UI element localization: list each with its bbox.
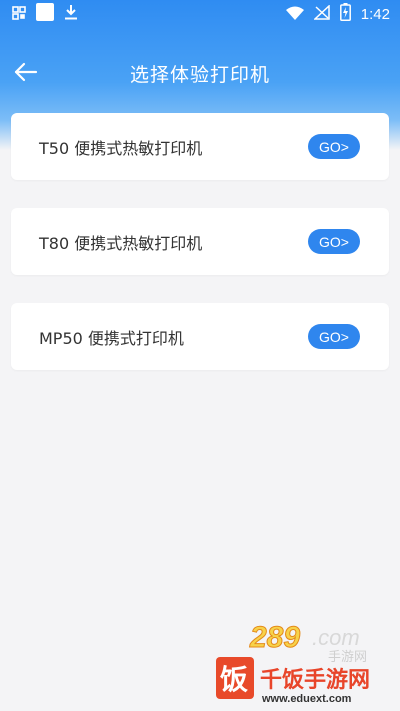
status-time: 1:42 bbox=[360, 5, 390, 23]
svg-text:手游网: 手游网 bbox=[328, 650, 367, 665]
go-button-t80[interactable]: GO> bbox=[308, 229, 360, 254]
svg-text:千饭手游网: 千饭手游网 bbox=[260, 667, 370, 693]
arrow-left-icon bbox=[14, 62, 38, 86]
printer-name: T50 便携式热敏打印机 bbox=[39, 138, 203, 158]
go-button-mp50[interactable]: GO> bbox=[308, 324, 360, 349]
printer-name: T80 便携式热敏打印机 bbox=[39, 233, 203, 253]
svg-text:.com: .com bbox=[312, 625, 360, 650]
printer-card-t50[interactable]: T50 便携式热敏打印机 GO> bbox=[11, 113, 389, 180]
svg-text:289: 289 bbox=[249, 621, 300, 654]
signal-icon bbox=[312, 3, 330, 24]
svg-text:www.eduext.com: www.eduext.com bbox=[261, 693, 352, 705]
printer-name: MP50 便携式打印机 bbox=[39, 328, 184, 348]
status-bar: 1:42 bbox=[0, 0, 400, 28]
printer-card-mp50[interactable]: MP50 便携式打印机 GO> bbox=[11, 303, 389, 370]
wifi-icon bbox=[285, 5, 304, 24]
printer-card-t80[interactable]: T80 便携式热敏打印机 GO> bbox=[11, 208, 389, 275]
app-bar: 选择体验打印机 bbox=[0, 50, 400, 96]
battery-charging-icon bbox=[339, 3, 351, 25]
svg-text:饭: 饭 bbox=[220, 663, 248, 696]
page-title: 选择体验打印机 bbox=[129, 63, 270, 86]
app-placeholder-icon bbox=[36, 3, 54, 25]
download-icon bbox=[64, 4, 78, 24]
go-button-t50[interactable]: GO> bbox=[308, 134, 360, 159]
qr-code-icon bbox=[12, 5, 26, 24]
watermark-logo: 289 .com 手游网 饭 千饭手游网 www.eduext.com bbox=[216, 617, 394, 705]
back-button[interactable] bbox=[10, 58, 42, 90]
